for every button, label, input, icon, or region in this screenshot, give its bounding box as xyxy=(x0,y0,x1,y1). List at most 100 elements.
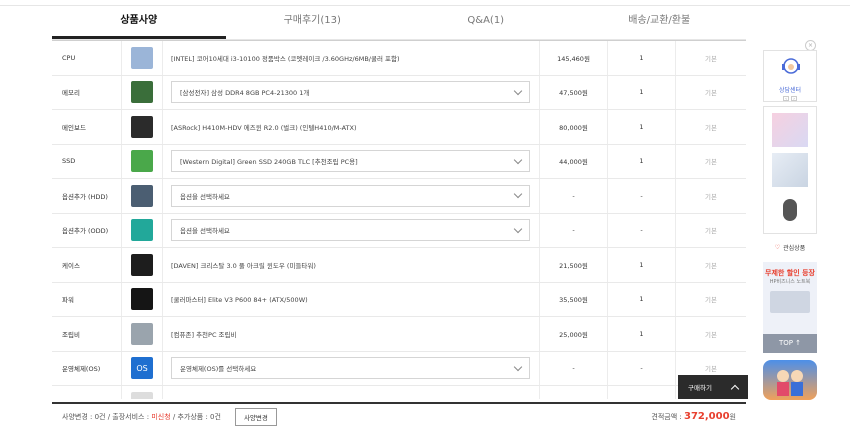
recent-product-keyboard[interactable] xyxy=(772,113,808,147)
product-thumb[interactable] xyxy=(122,248,163,282)
product-name-cell: [DAVEN] 크리스탈 3.0 풀 아크릴 윈도우 (미들타워) xyxy=(163,248,540,282)
option-select-value: 옵션을 선택하세요 xyxy=(180,227,230,236)
table-row: 옵션추가 (HDD) 옵션을 선택하세요 - - 기본 xyxy=(52,179,746,214)
extra-icon xyxy=(131,391,153,399)
default-option-button[interactable]: 기본 xyxy=(676,145,746,179)
product-thumb[interactable] xyxy=(122,41,163,75)
summary-bar: 사양변경 : 0건 / 출장서비스 : 미신청 / 추가상품 : 0건 사양변경… xyxy=(52,402,746,429)
total-value: 372,000 xyxy=(684,411,730,422)
buy-bar[interactable]: 구매하기 xyxy=(678,375,748,399)
table-row: 메모리 [삼성전자] 삼성 DDR4 8GB PC4-21300 1개 47,500… xyxy=(52,75,746,110)
tab-3[interactable]: 배송/교환/환불 xyxy=(573,6,747,39)
product-name[interactable]: [INTEL] 코어10세대 i3-10100 정품박스 (코멧레이크 /3.6… xyxy=(171,53,400,63)
product-name-cell: [Western Digital] Green SSD 240GB TLC [추… xyxy=(163,144,540,178)
character-icon xyxy=(777,370,803,396)
wishlist-label: 관심상품 xyxy=(783,244,806,252)
price-cell: 47,500원 xyxy=(540,75,608,109)
motherboard-icon xyxy=(131,115,153,138)
hdd-icon xyxy=(131,184,153,207)
quantity-cell xyxy=(608,386,676,399)
category-label: SSD xyxy=(52,144,122,178)
product-thumb[interactable] xyxy=(122,282,163,316)
price-cell: - xyxy=(540,351,608,385)
quantity-cell: 1 xyxy=(608,282,676,316)
quantity-cell: - xyxy=(608,213,676,247)
recent-product-device[interactable] xyxy=(772,153,808,187)
category-label: MDV 추천 xyxy=(52,386,122,399)
table-row: 메인보드 [ASRock] H410M-HDV 에즈윈 R2.0 (벌크) (인텔… xyxy=(52,110,746,145)
option-select[interactable]: [삼성전자] 삼성 DDR4 8GB PC4-21300 1개 xyxy=(171,81,530,104)
tab-0[interactable]: 상품사양 xyxy=(52,6,226,39)
default-option-button[interactable]: 기본 xyxy=(676,248,746,282)
product-thumb[interactable] xyxy=(122,213,163,247)
headset-icon xyxy=(782,58,800,74)
quantity-cell: 1 xyxy=(608,317,676,351)
chevron-right-icon[interactable]: › xyxy=(791,96,797,101)
mouse-icon xyxy=(783,199,797,221)
default-option-button[interactable]: 기본 xyxy=(676,41,746,75)
buy-bar-label: 구매하기 xyxy=(688,384,712,392)
odd-icon xyxy=(131,219,153,242)
table-row: 옵션추가 (ODD) 옵션을 선택하세요 - - 기본 xyxy=(52,213,746,248)
promo-app-icon[interactable] xyxy=(763,360,817,400)
product-thumb[interactable] xyxy=(122,110,163,144)
quantity-cell: 1 xyxy=(608,41,676,75)
product-name[interactable]: [컴퓨존] 추천PC 조립비 xyxy=(171,329,237,339)
price-cell: 25,000원 xyxy=(540,317,608,351)
option-select-value: 옵션을 선택하세요 xyxy=(180,192,230,201)
tab-2[interactable]: Q&A(1) xyxy=(399,6,573,39)
product-name[interactable]: [쿨러마스터] Elite V3 P600 84+ (ATX/500W) xyxy=(171,294,308,304)
service-value: 미신청 xyxy=(151,412,171,421)
option-select-value: 운영체제(OS)를 선택하세요 xyxy=(180,365,257,374)
category-label: 메모리 xyxy=(52,75,122,109)
product-thumb[interactable] xyxy=(122,386,163,399)
chevron-down-icon xyxy=(513,86,523,95)
category-label: 운영체제(OS) xyxy=(52,351,122,385)
price-cell: - xyxy=(540,179,608,213)
spec-change-value: 0건 xyxy=(94,412,106,421)
chevron-down-icon xyxy=(513,224,523,233)
product-thumb[interactable] xyxy=(122,179,163,213)
option-select[interactable]: [Western Digital] Green SSD 240GB TLC [추… xyxy=(171,150,530,173)
default-option-button[interactable]: 기본 xyxy=(676,214,746,248)
table-row: CPU [INTEL] 코어10세대 i3-10100 정품박스 (코멧레이크 /… xyxy=(52,41,746,76)
price-cell: 145,460원 xyxy=(540,41,608,75)
table-row: SSD [Western Digital] Green SSD 240GB TLC… xyxy=(52,144,746,179)
price-cell: 80,000원 xyxy=(540,110,608,144)
spec-change-button[interactable]: 사양변경 xyxy=(234,407,277,426)
quantity-cell: 1 xyxy=(608,110,676,144)
product-name-cell: 옵션을 선택하세요 xyxy=(163,213,540,247)
recent-product-mouse[interactable] xyxy=(772,193,808,227)
consult-center-label: 상담센터 xyxy=(778,87,802,94)
default-option-button[interactable]: 기본 xyxy=(676,110,746,144)
consult-center[interactable]: 상담센터 ‹ › xyxy=(763,50,817,102)
default-option-button[interactable]: 기본 xyxy=(676,179,746,213)
scroll-top-button[interactable]: TOP ↑ xyxy=(763,334,817,353)
spec-change-label: 사양변경 : xyxy=(62,412,95,421)
product-thumb[interactable]: OS xyxy=(122,351,163,385)
tab-1[interactable]: 구매후기(13) xyxy=(226,6,400,39)
default-option-button[interactable]: 기본 xyxy=(676,317,746,351)
assembly-icon xyxy=(131,322,153,345)
option-select[interactable]: 운영체제(OS)를 선택하세요 xyxy=(171,357,530,380)
product-thumb[interactable] xyxy=(122,144,163,178)
cpu-box-icon xyxy=(131,46,153,69)
product-name[interactable]: [ASRock] H410M-HDV 에즈윈 R2.0 (벌크) (인텔H410… xyxy=(171,122,357,132)
total-label: 견적금액 : xyxy=(651,413,684,421)
product-thumb[interactable] xyxy=(122,75,163,109)
price-cell: 44,000원 xyxy=(540,144,608,178)
os-icon: OS xyxy=(131,357,153,380)
table-row: 운영체제(OS) OS 운영체제(OS)를 선택하세요 - - 기본 xyxy=(52,351,746,386)
default-option-button[interactable]: 기본 xyxy=(676,283,746,317)
wishlist-link[interactable]: ♡ 관심상품 xyxy=(763,239,817,255)
product-name-cell: [INTEL] 코어10세대 i3-10100 정품박스 (코멧레이크 /3.6… xyxy=(163,41,540,75)
price-cell: 35,500원 xyxy=(540,282,608,316)
product-thumb[interactable] xyxy=(122,317,163,351)
option-select[interactable]: 옵션을 선택하세요 xyxy=(171,184,530,207)
chevron-left-icon[interactable]: ‹ xyxy=(783,96,789,101)
heart-icon: ♡ xyxy=(774,243,781,251)
default-option-button[interactable]: 기본 xyxy=(676,76,746,110)
product-name[interactable]: [DAVEN] 크리스탈 3.0 풀 아크릴 윈도우 (미들타워) xyxy=(171,260,316,270)
product-name-cell: [ASRock] H410M-HDV 에즈윈 R2.0 (벌크) (인텔H410… xyxy=(163,110,540,144)
option-select[interactable]: 옵션을 선택하세요 xyxy=(171,219,530,242)
